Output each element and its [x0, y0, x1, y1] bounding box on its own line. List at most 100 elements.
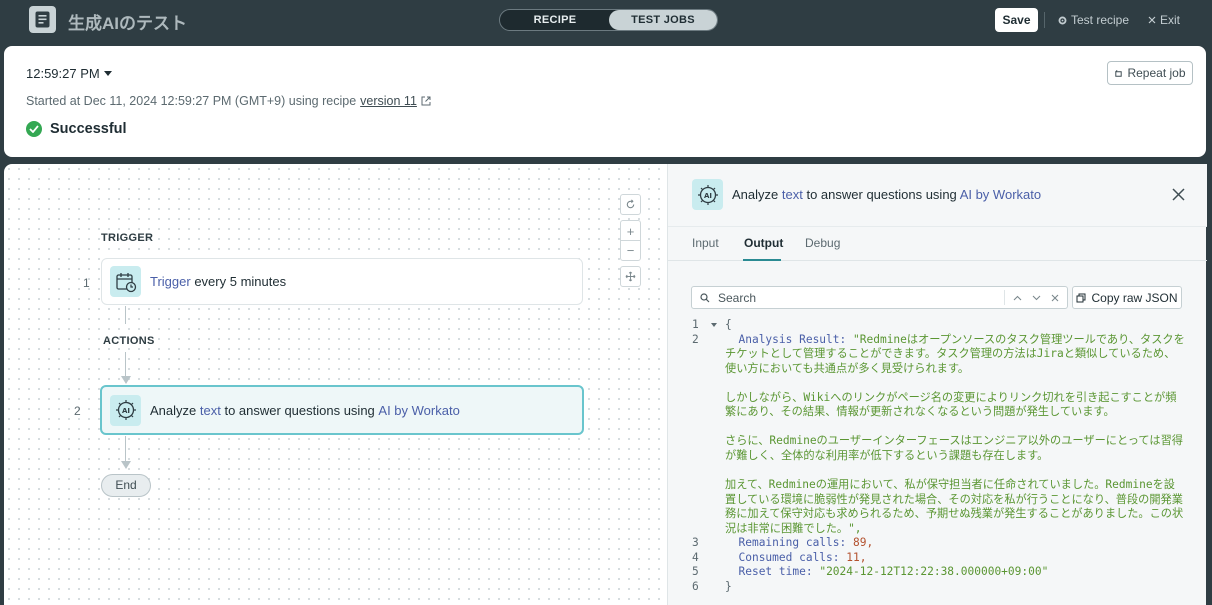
analysis-result-key: Analysis Result:: [738, 332, 847, 346]
ai-step-mid: to answer questions using: [224, 402, 375, 418]
trigger-section-label: TRIGGER: [101, 232, 154, 244]
line-number: 1: [692, 318, 699, 331]
clear-search-icon[interactable]: [1051, 294, 1059, 302]
repeat-job-label: Repeat job: [1127, 66, 1186, 80]
job-time-selector[interactable]: 12:59:27 PM: [26, 66, 112, 81]
job-started-text: Started at Dec 11, 2024 12:59:27 PM (GMT…: [26, 94, 357, 108]
analysis-result-entry: Analysis Result: "Redmineはオープンソースのタスク管理ツ…: [725, 333, 1185, 377]
copy-raw-json-label: Copy raw JSON: [1091, 290, 1178, 305]
ai-step-keyword-text: text: [199, 402, 221, 418]
reset-time-key: Reset time:: [738, 565, 813, 578]
search-nav: [1004, 290, 1067, 305]
success-check-icon: [26, 121, 42, 137]
line-number: 3: [692, 536, 699, 549]
json-close-brace: }: [725, 579, 732, 593]
panel-title-connector: AI by Workato: [959, 187, 1042, 202]
reset-view-icon[interactable]: [620, 194, 641, 215]
copy-raw-json-button[interactable]: Copy raw JSON: [1072, 286, 1182, 309]
copy-icon: [1076, 293, 1086, 302]
zoom-out-icon[interactable]: −: [620, 240, 641, 261]
test-recipe-label: Test recipe: [1071, 13, 1130, 27]
panel-header: AI Analyze text to answer questions usin…: [668, 164, 1207, 226]
ai-brain-icon: AI: [110, 394, 141, 426]
repeat-icon: [1115, 69, 1123, 77]
save-button[interactable]: Save: [995, 8, 1038, 32]
job-started-line: Started at Dec 11, 2024 12:59:27 PM (GMT…: [26, 94, 431, 108]
analysis-result-p2: しかしながら、Wikiへのリンクがページ名の変更によりリンク切れを引き起こすこと…: [725, 390, 1177, 419]
trigger-step-text: every 5 minutes: [194, 274, 287, 289]
line-number: 6: [692, 579, 699, 593]
line-number: 2: [692, 332, 699, 346]
job-time: 12:59:27 PM: [26, 66, 100, 81]
json-open-brace: {: [725, 318, 732, 331]
connector-line: [125, 436, 126, 462]
consumed-calls-key: Consumed calls:: [738, 550, 840, 564]
remaining-calls-entry: Remaining calls: 89,: [725, 536, 1185, 551]
recipe-version-link[interactable]: version 11: [360, 94, 417, 108]
actions-section-label: ACTIONS: [103, 335, 155, 347]
panel-tabs: Input Output Debug: [668, 226, 1207, 261]
tab-output[interactable]: Output: [744, 236, 783, 250]
recipe-document-icon: [29, 6, 56, 33]
chevron-down-icon[interactable]: [1032, 295, 1041, 301]
job-summary-card: 12:59:27 PM Started at Dec 11, 2024 12:5…: [4, 46, 1206, 157]
step-details-panel: AI Analyze text to answer questions usin…: [667, 164, 1207, 605]
trigger-step[interactable]: Trigger every 5 minutes: [101, 258, 583, 305]
reset-time-value: "2024-12-12T12:22:38.000000+09:00": [819, 565, 1049, 578]
ai-step-connector-name: AI by Workato: [378, 402, 460, 418]
output-search[interactable]: Search: [691, 286, 1068, 309]
connector-line: [125, 306, 126, 324]
panel-title: Analyze text to answer questions using A…: [732, 187, 1041, 202]
panel-title-keyword: text: [781, 187, 803, 202]
tab-test-jobs[interactable]: TEST JOBS: [609, 10, 717, 30]
svg-text:AI: AI: [121, 407, 129, 415]
tab-debug[interactable]: Debug: [805, 236, 840, 250]
end-node: End: [101, 474, 151, 497]
job-status: Successful: [26, 121, 127, 137]
job-status-label: Successful: [50, 121, 127, 137]
svg-text:AI: AI: [703, 192, 711, 200]
ai-analyze-step[interactable]: AI Analyze text to answer questions usin…: [100, 385, 584, 435]
line-number: 4: [692, 550, 699, 564]
caret-down-icon: [103, 71, 112, 76]
fit-view-icon[interactable]: [620, 266, 641, 287]
fold-toggle-icon[interactable]: [711, 323, 717, 327]
consumed-calls-value: 11,: [846, 550, 867, 564]
zoom-in-icon[interactable]: +: [620, 220, 641, 241]
tab-input[interactable]: Input: [692, 236, 719, 250]
connector-arrow-icon: [121, 461, 131, 469]
close-panel-icon[interactable]: [1168, 184, 1188, 204]
recipe-title: 生成AIのテスト: [68, 14, 187, 33]
active-tab-indicator: [743, 259, 781, 261]
connector-line: [125, 352, 126, 377]
recipe-canvas[interactable]: + − TRIGGER 1 Trigger every 5 minutes AC…: [4, 164, 667, 605]
analysis-result-p3: さらに、Redmineのユーザーインターフェースはエンジニア以外のユーザーにとっ…: [725, 434, 1183, 462]
test-recipe-button[interactable]: Test recipe: [1058, 13, 1129, 27]
trigger-step-keyword: Trigger: [150, 274, 191, 289]
consumed-calls-entry: Consumed calls: 11,: [725, 551, 1185, 566]
exit-label: Exit: [1160, 13, 1181, 27]
mode-toggle: RECIPE TEST JOBS: [499, 9, 718, 31]
connector-arrow-icon: [121, 376, 131, 384]
remaining-calls-key: Remaining calls:: [738, 536, 847, 549]
step-number: 2: [74, 404, 81, 418]
external-link-icon[interactable]: [421, 96, 431, 106]
tab-recipe[interactable]: RECIPE: [500, 10, 610, 30]
step-number: 1: [83, 276, 90, 290]
search-input[interactable]: Search: [718, 291, 1004, 305]
search-icon: [700, 292, 710, 302]
repeat-job-button[interactable]: Repeat job: [1107, 61, 1193, 85]
panel-title-pre: Analyze: [732, 187, 779, 202]
chevron-up-icon[interactable]: [1013, 295, 1022, 301]
reset-time-entry: Reset time: "2024-12-12T12:22:38.000000+…: [725, 565, 1185, 580]
panel-title-mid: to answer questions using: [806, 187, 957, 202]
exit-button[interactable]: Exit: [1148, 13, 1180, 27]
close-icon: [1148, 16, 1156, 24]
gear-icon: [1058, 16, 1067, 24]
ai-brain-icon: AI: [692, 179, 723, 210]
header-divider: [1044, 12, 1045, 28]
scheduler-clock-icon: [110, 266, 141, 297]
remaining-calls-value: 89,: [853, 536, 874, 549]
analysis-result-p4: 加えて、Redmineの運用において、私が保守担当者に任命されていました。Red…: [725, 478, 1184, 535]
ai-step-pre: Analyze: [150, 402, 197, 418]
